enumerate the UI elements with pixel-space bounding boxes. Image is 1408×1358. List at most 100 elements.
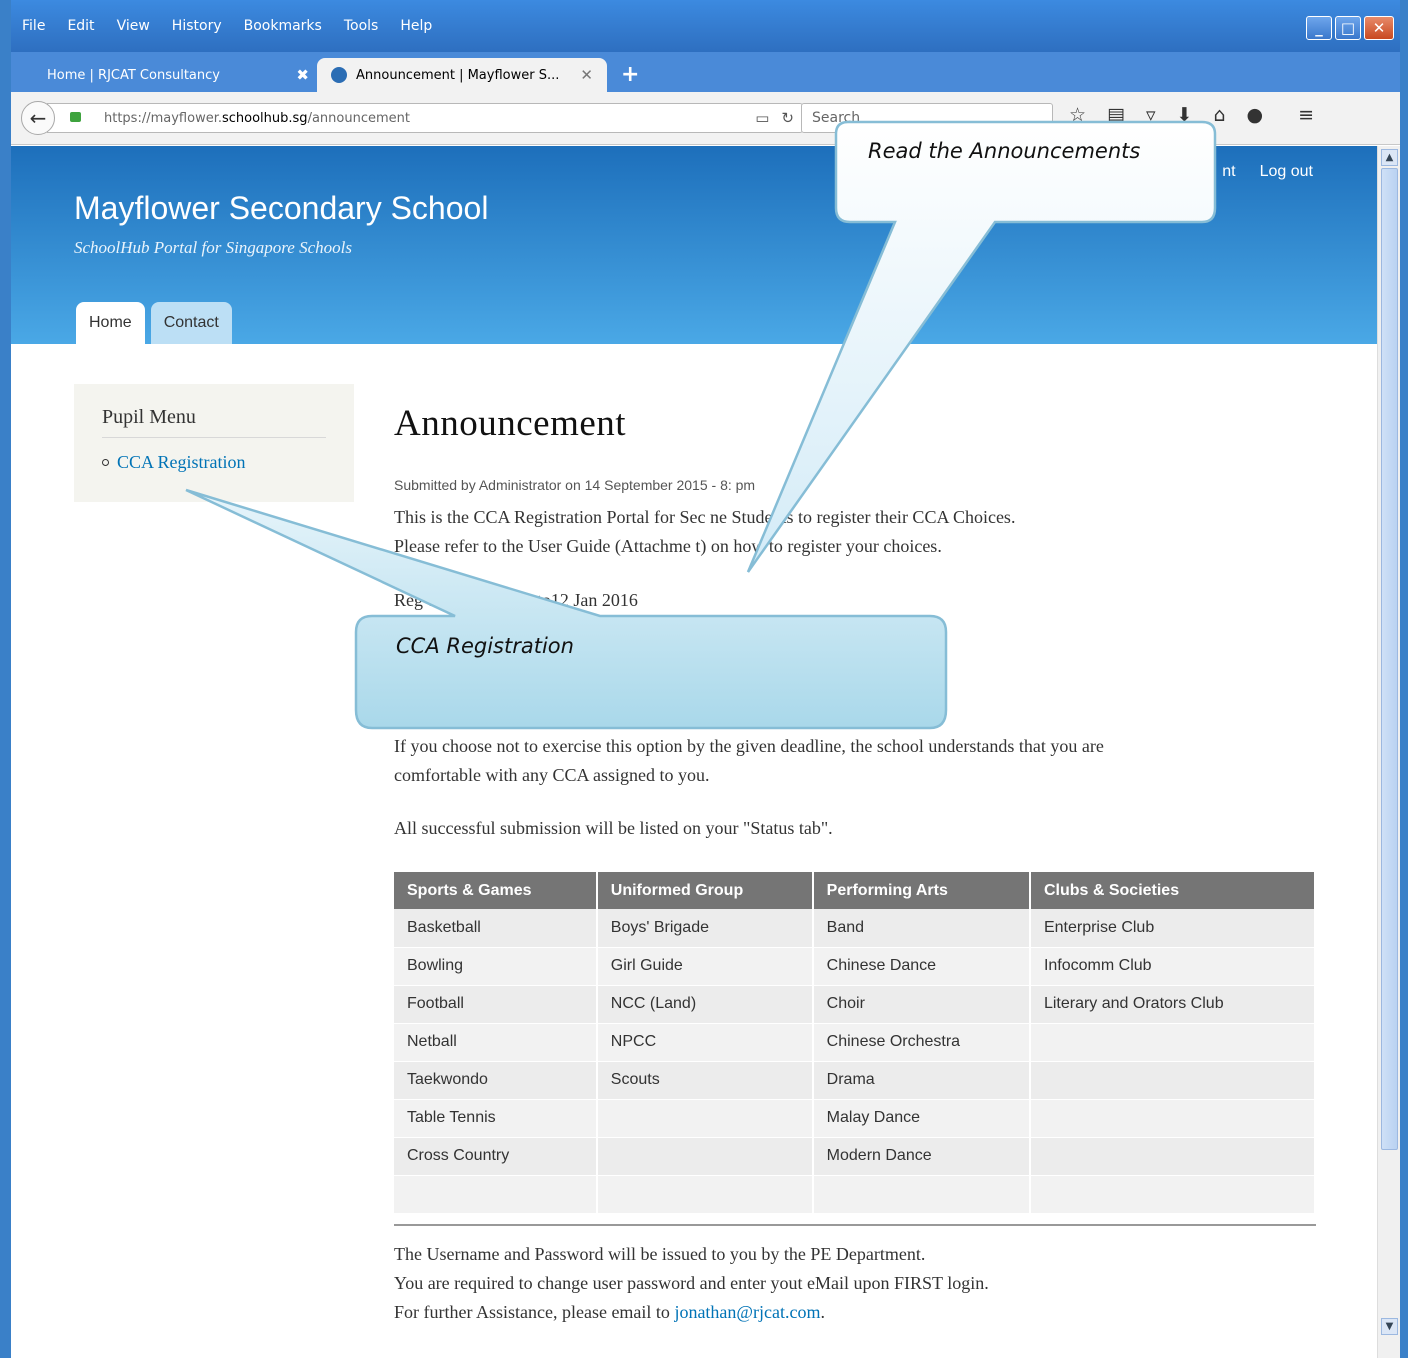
footer-line-3-suffix: .	[820, 1302, 825, 1322]
table-cell: Table Tennis	[394, 1099, 598, 1138]
table-cell: Boys' Brigade	[596, 909, 814, 948]
main-menu: Home Contact	[76, 302, 232, 344]
menu-edit[interactable]: Edit	[67, 18, 94, 34]
scroll-down-icon[interactable]: ▼	[1381, 1318, 1398, 1335]
tab-strip: Home | RJCAT Consultancy ✖ Announcement …	[11, 52, 1400, 92]
tab-announcement[interactable]: Announcement | Mayflower S... ✕	[317, 58, 607, 92]
hamburger-menu-icon[interactable]: ≡	[1298, 104, 1314, 126]
url-actions: ▭ ↻	[755, 109, 794, 127]
callout-announcements-text: Read the Announcements	[868, 139, 1141, 163]
reload-icon[interactable]: ↻	[781, 109, 794, 127]
email-link[interactable]: jonathan@rjcat.com	[674, 1302, 820, 1322]
window-controls: _ □ ✕	[1306, 16, 1394, 40]
table-row: Taekwondo Scouts Drama	[394, 1061, 1317, 1100]
table-cell: Chinese Orchestra	[812, 1023, 1031, 1062]
bookmark-star-icon[interactable]: ☆	[1069, 104, 1086, 126]
menu-bar: File Edit View History Bookmarks Tools H…	[22, 18, 432, 34]
my-account-link[interactable]: nt	[1222, 163, 1235, 181]
scroll-up-icon[interactable]: ▲	[1381, 149, 1398, 166]
search-placeholder: Search	[812, 110, 861, 126]
navigation-toolbar: https://mayflower.schoolhub.sg/announcem…	[11, 92, 1400, 145]
table-cell	[1029, 1061, 1317, 1100]
table-cell: Band	[812, 909, 1031, 948]
url-path: /announcement	[307, 111, 410, 126]
log-out-link[interactable]: Log out	[1260, 163, 1313, 181]
url-prefix: https://mayflower.	[104, 111, 222, 126]
site-slogan: SchoolHub Portal for Singapore Schools	[74, 238, 352, 257]
divider	[394, 1224, 1316, 1226]
table-cell: Girl Guide	[596, 947, 814, 986]
sidebar-item-cca-registration[interactable]: CCA Registration	[102, 452, 326, 473]
pupil-menu-block: Pupil Menu CCA Registration	[74, 384, 354, 502]
table-row: Football NCC (Land) Choir Literary and Orat…	[394, 985, 1317, 1024]
table-cell: Infocomm Club	[1029, 947, 1317, 986]
table-cell: Enterprise Club	[1029, 909, 1317, 948]
table-header: Sports & Games	[394, 872, 598, 909]
table-cell	[596, 1137, 814, 1176]
table-cell: Malay Dance	[812, 1099, 1031, 1138]
window-border-right	[1400, 0, 1408, 1358]
download-icon[interactable]: ⬇	[1177, 104, 1193, 126]
cca-table: Sports & Games Uniformed Group Performin…	[394, 872, 1317, 1214]
footer-line-3-prefix: For further Assistance, please email to	[394, 1302, 675, 1322]
close-icon[interactable]: ✕	[580, 66, 593, 84]
table-row: Netball NPCC Chinese Orchestra	[394, 1023, 1317, 1062]
table-cell: NPCC	[596, 1023, 814, 1062]
menu-help[interactable]: Help	[400, 18, 432, 34]
site-name[interactable]: Mayflower Secondary School	[74, 190, 488, 227]
intro-paragraph: This is the CCA Registration Portal for …	[394, 503, 1316, 561]
table-cell	[1029, 1099, 1317, 1138]
tab-contact[interactable]: Contact	[150, 302, 232, 344]
callout-cca-text: CCA Registration	[396, 634, 574, 658]
page-title: Announcement	[394, 403, 627, 444]
menu-tools[interactable]: Tools	[344, 18, 379, 34]
vertical-scrollbar[interactable]: ▲ ▼	[1377, 146, 1400, 1358]
reader-view-icon[interactable]: ▭	[755, 109, 769, 127]
close-window-button[interactable]: ✕	[1364, 16, 1394, 40]
site-header: Mayflower Secondary School SchoolHub Por…	[11, 146, 1377, 344]
table-cell: Scouts	[596, 1061, 814, 1100]
table-row: Basketball Boys' Brigade Band Enterprise Cl…	[394, 909, 1317, 948]
minimize-button[interactable]: _	[1306, 16, 1332, 40]
bookmarks-menu-icon[interactable]: ▤	[1107, 104, 1125, 126]
secondary-menu: nt Log out	[1222, 163, 1313, 181]
registration-period: Reg d: 11 Jan 2016 to12 Jan 2016	[394, 590, 638, 610]
url-text: https://mayflower.schoolhub.sg/announcem…	[104, 111, 410, 126]
search-input[interactable]: Search	[801, 103, 1053, 133]
toolbar-icons: ☆ ▤ ▿ ⬇ ⌂ ● ≡	[1069, 104, 1314, 126]
sidebar-title: Pupil Menu	[102, 406, 326, 438]
status-paragraph: All successful submission will be listed…	[394, 818, 833, 838]
footer-paragraph: The Username and Password will be issued…	[394, 1240, 989, 1327]
menu-bookmarks[interactable]: Bookmarks	[244, 18, 322, 34]
back-arrow-icon[interactable]: ←	[21, 101, 55, 135]
deadline-line-2: comfortable with any CCA assigned to you…	[394, 765, 710, 785]
table-cell: Bowling	[394, 947, 598, 986]
table-cell	[1029, 1137, 1317, 1176]
footer-line-2: You are required to change user password…	[394, 1273, 989, 1293]
tab-home[interactable]: Home	[76, 302, 145, 344]
menu-file[interactable]: File	[22, 18, 45, 34]
new-tab-icon[interactable]: +	[621, 62, 639, 87]
intro-line-2: Please refer to the User Guide (Attachme…	[394, 536, 942, 556]
table-cell	[394, 1175, 598, 1214]
table-cell: Taekwondo	[394, 1061, 598, 1100]
tab-rjcat[interactable]: Home | RJCAT Consultancy ✖	[33, 58, 323, 92]
menu-history[interactable]: History	[172, 18, 222, 34]
table-cell	[596, 1175, 814, 1214]
maximize-button[interactable]: □	[1335, 16, 1361, 40]
menu-view[interactable]: View	[117, 18, 150, 34]
table-cell: Literary and Orators Club	[1029, 985, 1317, 1024]
table-cell: Cross Country	[394, 1137, 598, 1176]
close-icon[interactable]: ✖	[296, 66, 309, 84]
pocket-icon[interactable]: ▿	[1146, 104, 1156, 126]
deadline-paragraph: If you choose not to exercise this optio…	[394, 732, 1104, 790]
scrollbar-thumb[interactable]	[1381, 168, 1398, 1150]
tab-label: Home | RJCAT Consultancy	[47, 67, 220, 83]
tab-label: Announcement | Mayflower S...	[356, 67, 560, 83]
url-domain: schoolhub.sg	[221, 111, 308, 126]
home-icon[interactable]: ⌂	[1213, 104, 1225, 126]
window-border-left	[0, 0, 11, 1358]
table-row	[394, 1175, 1317, 1214]
url-bar[interactable]: https://mayflower.schoolhub.sg/announcem…	[47, 103, 803, 133]
chat-icon[interactable]: ●	[1247, 104, 1264, 126]
